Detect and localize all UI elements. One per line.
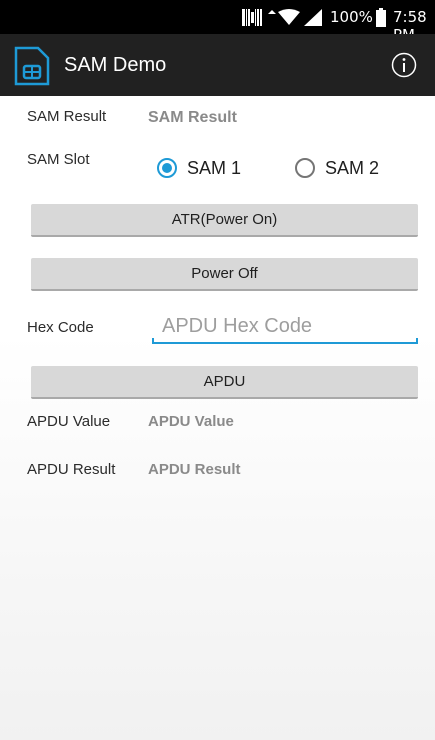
barcode-icon [242, 9, 262, 26]
app-title: SAM Demo [64, 54, 167, 76]
sam-slot-label: SAM Slot [27, 151, 90, 168]
sam-result-value: SAM Result [148, 109, 237, 126]
radio-sam2[interactable]: SAM 2 [295, 155, 379, 181]
apdu-button[interactable]: APDU [31, 366, 418, 399]
radio-sam1[interactable]: SAM 1 [157, 155, 241, 181]
radio-sam2-label: SAM 2 [325, 157, 380, 178]
hex-code-input[interactable] [152, 311, 418, 344]
input-underline-tick-right [416, 338, 418, 344]
status-bar: 100% 7:58 PM [0, 0, 435, 44]
signal-icon [304, 9, 322, 26]
radio-sam2-indicator[interactable] [295, 158, 315, 178]
data-arrows-icon [268, 10, 276, 14]
input-underline-tick-left [152, 338, 154, 344]
battery-icon [376, 8, 386, 27]
hex-code-label: Hex Code [27, 319, 94, 336]
radio-sam1-indicator[interactable] [157, 158, 177, 178]
apdu-result-value: APDU Result [148, 461, 241, 478]
wifi-icon [278, 9, 300, 25]
power-off-button[interactable]: Power Off [31, 258, 418, 291]
info-icon[interactable] [391, 52, 417, 78]
apdu-value-value: APDU Value [148, 413, 234, 430]
radio-sam1-label: SAM 1 [187, 157, 242, 178]
apdu-value-label: APDU Value [27, 413, 111, 430]
apdu-result-label: APDU Result [27, 461, 116, 478]
battery-percent: 100% [330, 8, 373, 26]
app-bar: SAM Demo [0, 34, 435, 96]
atr-power-on-button[interactable]: ATR(Power On) [31, 204, 418, 237]
sam-result-label: SAM Result [27, 108, 107, 125]
sim-card-icon [14, 46, 50, 86]
